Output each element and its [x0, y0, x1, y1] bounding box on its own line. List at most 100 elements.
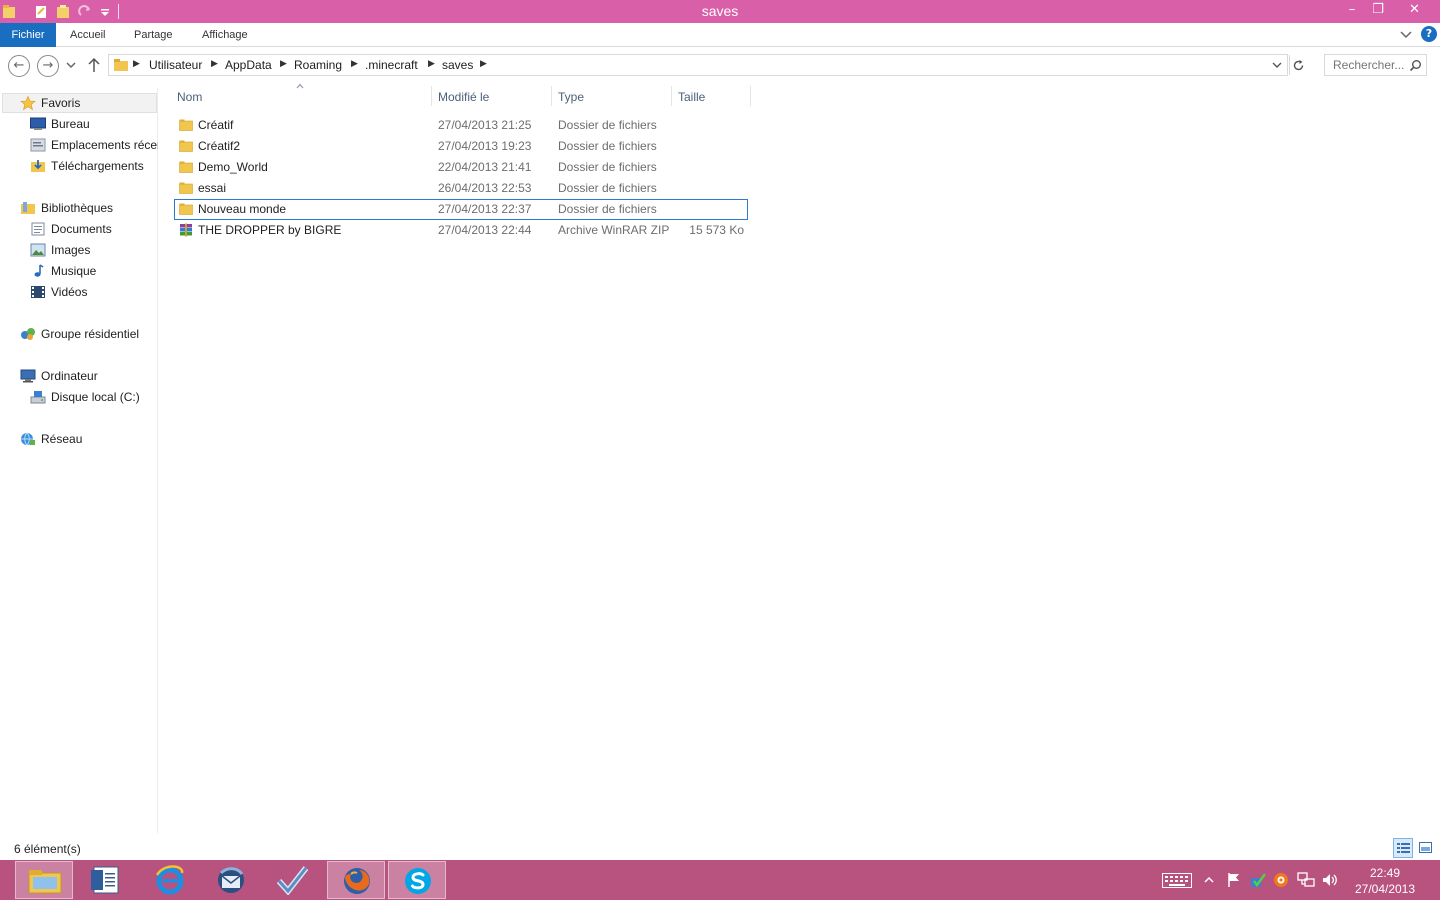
internet-explorer-icon — [155, 865, 184, 895]
skype-icon — [405, 868, 431, 894]
taskbar — [0, 860, 1440, 900]
large-icons-view-button[interactable] — [1416, 838, 1436, 858]
column-header-name[interactable]: Nom — [177, 86, 427, 108]
nav-reseau[interactable]: Réseau — [20, 429, 158, 449]
breadcrumb-utilisateur[interactable]: Utilisateur — [149, 58, 202, 72]
details-view-icon — [1397, 843, 1410, 853]
minimize-button[interactable]: – — [1340, 0, 1364, 20]
downloads-icon — [31, 160, 45, 172]
window-title: saves — [701, 3, 739, 19]
breadcrumb-separator[interactable]: ▶ — [428, 59, 435, 69]
taskbar-app-tasks[interactable] — [263, 861, 321, 899]
nav-images[interactable]: Images — [30, 240, 158, 260]
file-modified: 27/04/2013 22:44 — [438, 223, 532, 237]
search-icon[interactable] — [1409, 59, 1422, 72]
file-row[interactable]: THE DROPPER by BIGRE 27/04/2013 22:44 Ar… — [174, 220, 748, 241]
file-name: essai — [198, 181, 227, 195]
column-divider[interactable] — [551, 86, 552, 106]
taskbar-app-internet-explorer[interactable] — [141, 861, 199, 899]
breadcrumb-separator[interactable]: ▶ — [480, 59, 487, 69]
breadcrumb-appdata[interactable]: AppData — [225, 58, 272, 72]
file-type: Dossier de fichiers — [558, 139, 657, 153]
nav-musique[interactable]: Musique — [30, 261, 158, 281]
tab-accueil[interactable]: Accueil — [70, 23, 105, 47]
nav-bureau[interactable]: Bureau — [30, 114, 158, 134]
file-modified: 27/04/2013 19:23 — [438, 139, 532, 153]
network-status-icon[interactable] — [1297, 872, 1315, 888]
large-icons-view-icon — [1419, 842, 1432, 853]
refresh-icon[interactable] — [1292, 59, 1305, 72]
close-button[interactable]: ✕ — [1392, 0, 1437, 20]
taskbar-clock[interactable]: 22:49 27/04/2013 — [1350, 865, 1420, 897]
nav-ordinateur[interactable]: Ordinateur — [20, 366, 158, 386]
column-divider[interactable] — [671, 86, 672, 106]
up-arrow-icon[interactable] — [87, 57, 101, 73]
volume-icon[interactable] — [1322, 872, 1338, 888]
back-button[interactable]: ← — [8, 55, 30, 77]
taskbar-app-firefox[interactable] — [327, 861, 385, 899]
tab-partage[interactable]: Partage — [134, 23, 173, 47]
file-row[interactable]: Créatif2 27/04/2013 19:23 Dossier de fic… — [174, 136, 748, 157]
column-divider[interactable] — [750, 86, 751, 106]
nav-emplacements-recents[interactable]: Emplacements récents — [30, 135, 158, 155]
file-row[interactable]: essai 26/04/2013 22:53 Dossier de fichie… — [174, 178, 748, 199]
folder-icon — [114, 59, 128, 71]
nav-bibliotheques[interactable]: Bibliothèques — [20, 198, 158, 218]
tab-fichier[interactable]: Fichier — [0, 23, 56, 47]
documents-icon — [31, 222, 45, 236]
document-app-icon — [91, 866, 119, 894]
nav-favoris[interactable]: Favoris — [20, 93, 155, 113]
action-center-flag-icon[interactable] — [1226, 872, 1242, 888]
folder-icon — [179, 140, 193, 152]
taskbar-app-file-explorer[interactable] — [15, 861, 73, 899]
security-check-icon[interactable] — [1250, 872, 1266, 888]
breadcrumb-separator[interactable]: ▶ — [211, 59, 218, 69]
expand-ribbon-icon[interactable] — [1400, 30, 1412, 40]
breadcrumb-saves[interactable]: saves — [442, 58, 473, 72]
show-hidden-icons-icon[interactable] — [1204, 876, 1214, 884]
nav-groupe-residentiel[interactable]: Groupe résidentiel — [20, 324, 158, 344]
file-explorer-icon — [28, 870, 62, 894]
search-input[interactable] — [1325, 55, 1405, 75]
column-header-type[interactable]: Type — [558, 86, 668, 108]
keyboard-icon[interactable] — [1162, 873, 1192, 888]
breadcrumb-roaming[interactable]: Roaming — [294, 58, 342, 72]
file-name: Créatif2 — [198, 139, 241, 153]
avast-antivirus-icon[interactable] — [1273, 872, 1289, 888]
search-box[interactable] — [1324, 54, 1427, 76]
address-bar[interactable]: ▶ Utilisateur ▶ AppData ▶ Roaming ▶ .min… — [108, 54, 1304, 76]
breadcrumb-separator[interactable]: ▶ — [280, 59, 287, 69]
file-size: 15 573 Ko — [689, 223, 744, 237]
file-modified: 26/04/2013 22:53 — [438, 181, 532, 195]
nav-telechargements[interactable]: Téléchargements — [30, 156, 158, 176]
address-divider — [1289, 55, 1290, 75]
breadcrumb-separator[interactable]: ▶ — [133, 59, 140, 69]
nav-disque-local-c[interactable]: Disque local (C:) — [30, 387, 158, 407]
help-button[interactable]: ? — [1421, 26, 1437, 42]
column-header-modified[interactable]: Modifié le — [438, 86, 548, 108]
breadcrumb-separator[interactable]: ▶ — [351, 59, 358, 69]
restore-button[interactable]: ❐ — [1366, 0, 1390, 20]
taskbar-app-skype[interactable] — [388, 861, 446, 899]
column-divider[interactable] — [431, 86, 432, 106]
nav-documents[interactable]: Documents — [30, 219, 158, 239]
file-row-selected[interactable]: Nouveau monde 27/04/2013 22:37 Dossier d… — [174, 199, 748, 220]
file-modified: 22/04/2013 21:41 — [438, 160, 532, 174]
file-row[interactable]: Créatif 27/04/2013 21:25 Dossier de fich… — [174, 115, 748, 136]
file-row[interactable]: Demo_World 22/04/2013 21:41 Dossier de f… — [174, 157, 748, 178]
forward-button[interactable]: → — [37, 55, 59, 77]
nav-videos[interactable]: Vidéos — [30, 282, 158, 302]
pictures-icon — [30, 243, 46, 257]
breadcrumb-minecraft[interactable]: .minecraft — [365, 58, 418, 72]
tab-affichage[interactable]: Affichage — [202, 23, 248, 47]
clock-time: 22:49 — [1369, 866, 1401, 880]
taskbar-app-thunderbird[interactable] — [202, 861, 260, 899]
details-view-button[interactable] — [1393, 838, 1413, 858]
arrow-left-icon: ← — [13, 58, 25, 73]
recent-locations-dropdown-icon[interactable] — [66, 61, 76, 69]
address-dropdown-icon[interactable] — [1272, 61, 1282, 69]
firefox-icon — [344, 868, 370, 894]
libraries-icon — [21, 202, 35, 214]
column-header-size[interactable]: Taille — [678, 86, 748, 108]
taskbar-app-documents[interactable] — [78, 861, 136, 899]
